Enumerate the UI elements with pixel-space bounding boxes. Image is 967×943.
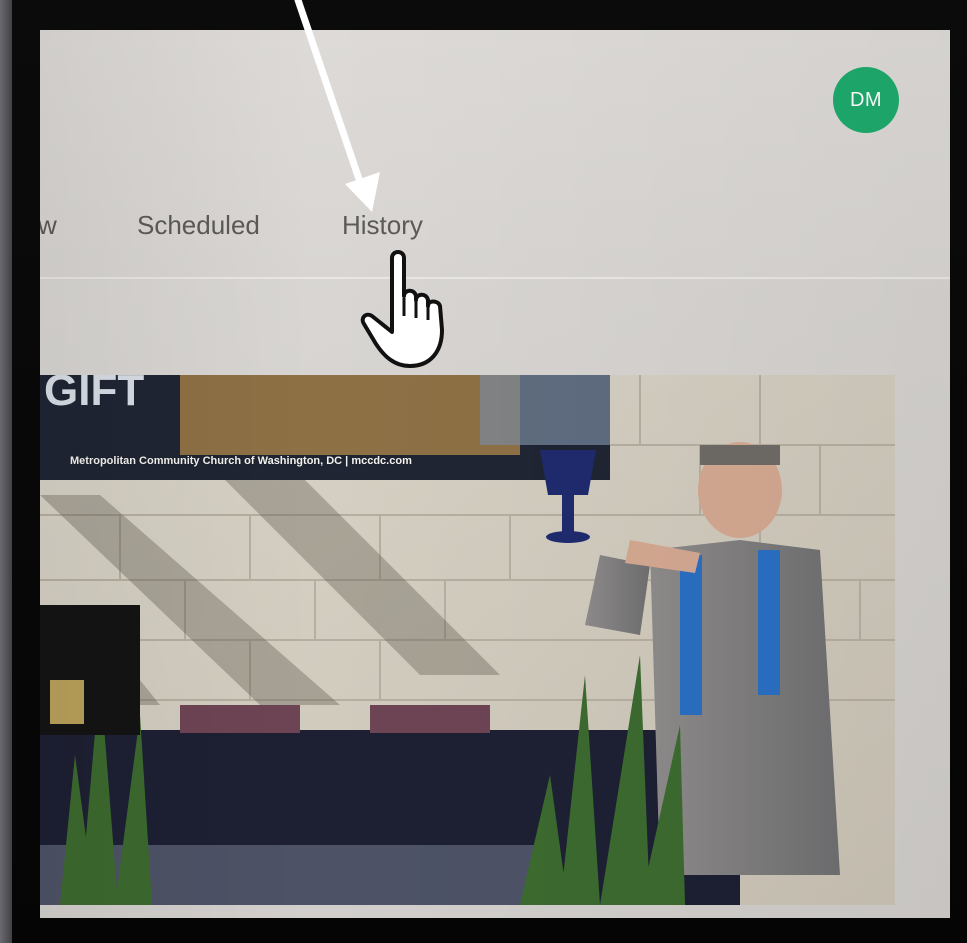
arrow-down-icon [294,0,380,212]
hand-pointer-icon [360,250,444,368]
